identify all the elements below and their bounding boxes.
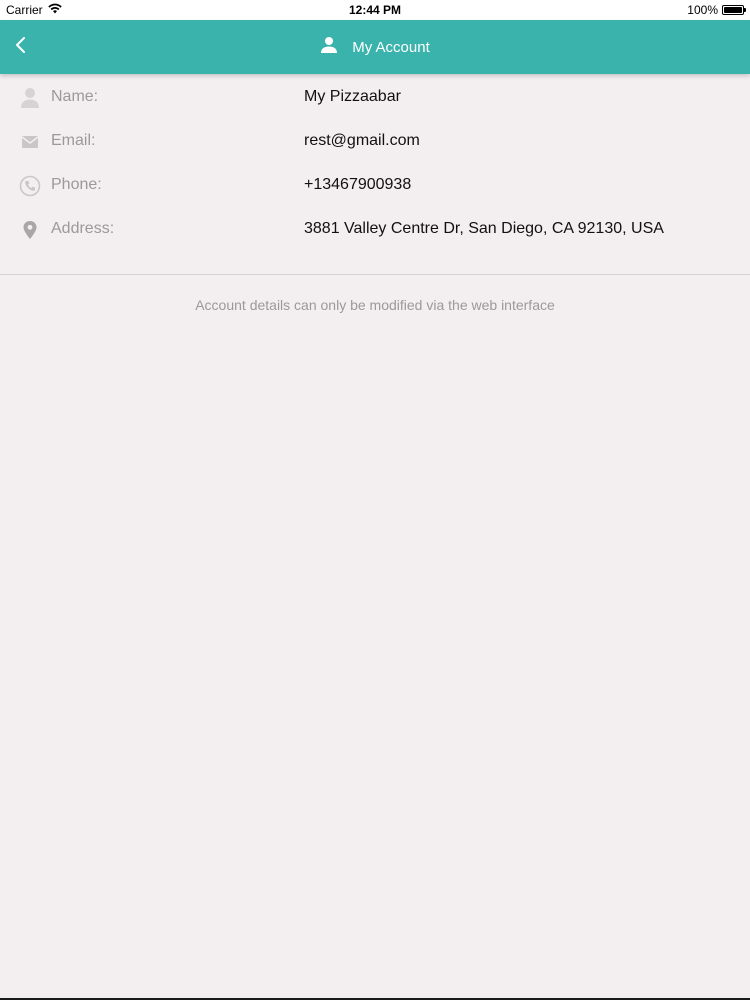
address-value: 3881 Valley Centre Dr, San Diego, CA 921… bbox=[304, 220, 664, 237]
status-bar: Carrier 12:44 PM 100% bbox=[0, 0, 750, 20]
battery-icon bbox=[722, 5, 746, 15]
account-info: Name: My Pizzaabar Email: rest@gmail.com… bbox=[0, 76, 750, 252]
location-pin-icon bbox=[19, 219, 41, 241]
account-person-icon bbox=[320, 36, 338, 58]
status-time: 12:44 PM bbox=[348, 3, 402, 17]
page-title: My Account bbox=[352, 38, 430, 56]
footer-note: Account details can only be modified via… bbox=[195, 297, 555, 313]
email-value: rest@gmail.com bbox=[304, 132, 420, 149]
person-icon bbox=[19, 87, 41, 109]
phone-value: +13467900938 bbox=[304, 176, 412, 193]
battery-percent: 100% bbox=[687, 3, 718, 17]
nav-title-group: My Account bbox=[0, 20, 750, 74]
phone-label: Phone: bbox=[51, 176, 102, 193]
email-label: Email: bbox=[51, 132, 96, 149]
account-row-address: Address: 3881 Valley Centre Dr, San Dieg… bbox=[0, 208, 750, 252]
name-value: My Pizzaabar bbox=[304, 88, 401, 105]
status-right: 100% bbox=[687, 3, 746, 17]
name-label: Name: bbox=[51, 88, 99, 105]
phone-icon bbox=[19, 175, 41, 197]
nav-bar: My Account bbox=[0, 20, 750, 74]
divider bbox=[0, 274, 750, 275]
account-row-name: Name: My Pizzaabar bbox=[0, 76, 750, 120]
battery-fill bbox=[724, 7, 742, 13]
address-label: Address: bbox=[51, 220, 115, 237]
account-row-phone: Phone: +13467900938 bbox=[0, 164, 750, 208]
account-row-email: Email: rest@gmail.com bbox=[0, 120, 750, 164]
envelope-icon bbox=[19, 131, 41, 153]
